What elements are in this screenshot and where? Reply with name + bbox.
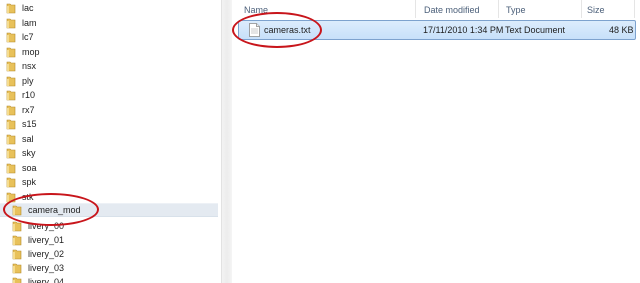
folder-icon (6, 192, 16, 202)
text-document-icon (249, 23, 260, 37)
tree-item-label: lam (22, 18, 37, 28)
column-header-date[interactable]: Date modified (416, 0, 499, 18)
folder-icon (6, 105, 16, 115)
folder-icon (6, 3, 16, 13)
tree-item-lam[interactable]: lam (6, 16, 37, 30)
tree-item-lac[interactable]: lac (6, 1, 34, 15)
tree-item-label: livery_01 (28, 235, 65, 245)
tree-item-sal[interactable]: sal (6, 132, 34, 146)
folder-icon (6, 163, 16, 173)
folder-icon (12, 205, 22, 215)
column-header-label: Size (587, 5, 605, 15)
column-header-bar: Name Date modified Type Size (232, 0, 640, 18)
tree-item-label: lc7 (22, 32, 34, 42)
folder-icon (12, 249, 22, 259)
tree-item-livery-01[interactable]: livery_01 (12, 233, 64, 247)
tree-item-s15[interactable]: s15 (6, 117, 37, 131)
tree-item-label: mop (22, 47, 40, 57)
tree-item-label: sal (22, 134, 34, 144)
tree-item-livery-04[interactable]: livery_04 (12, 275, 64, 283)
folder-icon (12, 235, 22, 245)
tree-item-label: soa (22, 163, 37, 173)
tree-item-label: ply (22, 76, 34, 86)
folder-icon (12, 263, 22, 273)
tree-item-label: livery_02 (28, 249, 65, 259)
tree-item-nsx[interactable]: nsx (6, 59, 36, 73)
tree-item-label: livery_04 (28, 277, 65, 283)
folder-icon (6, 61, 16, 71)
folder-icon (6, 76, 16, 86)
tree-item-camera-mod[interactable]: camera_mod (0, 203, 218, 217)
column-header-label: Date modified (424, 5, 480, 15)
tree-item-lc7[interactable]: lc7 (6, 30, 34, 44)
file-name: cameras.txt (264, 25, 311, 35)
folder-icon (6, 177, 16, 187)
file-list: Name Date modified Type Size cameras.txt… (232, 0, 640, 283)
folder-icon (6, 119, 16, 129)
tree-item-label: spk (22, 177, 37, 187)
tree-item-label: s15 (22, 119, 37, 129)
navigation-tree: lac lam lc7 mop nsx ply r10 rx7 s15 sal … (0, 0, 220, 283)
tree-item-spk[interactable]: spk (6, 175, 36, 189)
tree-item-label: livery_00 (28, 221, 65, 231)
column-header-type[interactable]: Type (499, 0, 582, 18)
column-header-name[interactable]: Name (232, 0, 416, 18)
folder-icon (6, 32, 16, 42)
folder-icon (6, 90, 16, 100)
folder-icon (6, 47, 16, 57)
tree-item-ply[interactable]: ply (6, 74, 34, 88)
tree-item-label: camera_mod (28, 205, 81, 215)
file-type: Text Document (505, 25, 566, 35)
file-date-modified: 17/11/2010 1:34 PM (423, 25, 504, 35)
tree-item-livery-02[interactable]: livery_02 (12, 247, 64, 261)
column-header-label: Name (244, 5, 269, 15)
tree-item-stk[interactable]: stk (6, 190, 34, 204)
tree-item-rx7[interactable]: rx7 (6, 103, 35, 117)
tree-item-label: r10 (22, 90, 36, 100)
tree-item-label: nsx (22, 61, 37, 71)
column-header-size[interactable]: Size (582, 0, 635, 18)
tree-item-soa[interactable]: soa (6, 161, 37, 175)
tree-item-label: rx7 (22, 105, 35, 115)
tree-item-label: sky (22, 148, 36, 158)
folder-icon (12, 221, 22, 231)
tree-item-label: livery_03 (28, 263, 65, 273)
folder-icon (12, 277, 22, 283)
folder-icon (6, 18, 16, 28)
tree-item-label: lac (22, 3, 34, 13)
column-header-label: Type (506, 5, 526, 15)
tree-item-sky[interactable]: sky (6, 146, 36, 160)
tree-item-label: stk (22, 192, 34, 202)
tree-item-livery-00[interactable]: livery_00 (12, 219, 64, 233)
tree-item-livery-03[interactable]: livery_03 (12, 261, 64, 275)
file-row-cameras-txt[interactable]: cameras.txt 17/11/2010 1:34 PM Text Docu… (238, 20, 636, 40)
tree-item-r10[interactable]: r10 (6, 88, 35, 102)
tree-item-mop[interactable]: mop (6, 45, 40, 59)
folder-icon (6, 148, 16, 158)
folder-icon (6, 134, 16, 144)
file-size: 48 KB (609, 25, 634, 35)
